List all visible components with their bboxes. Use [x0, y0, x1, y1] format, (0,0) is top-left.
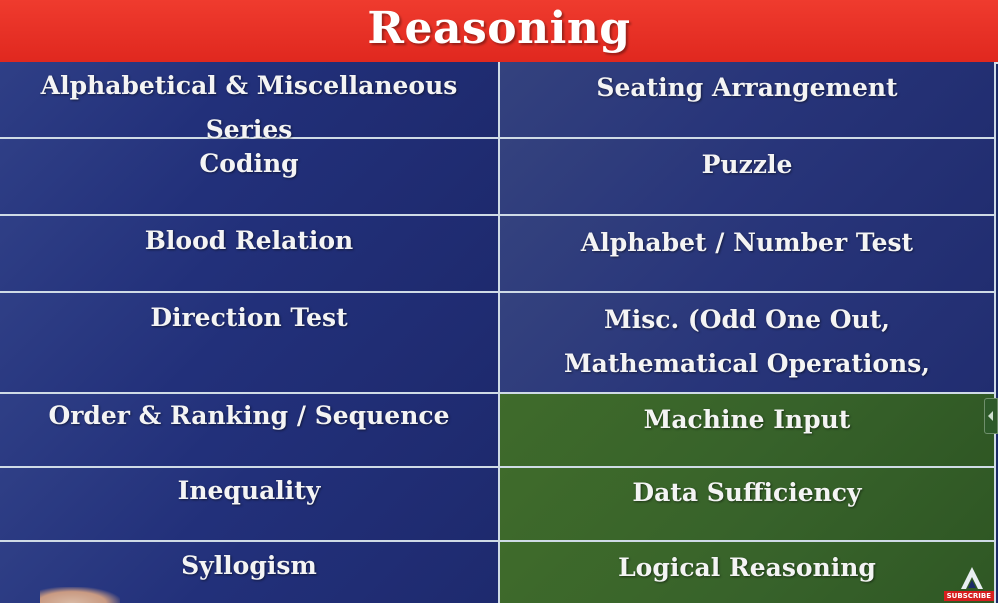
topic-label: Alphabet / Number Test: [580, 228, 914, 257]
slide-title: Reasoning: [367, 2, 631, 54]
topic-cell-right: Machine Input: [500, 394, 996, 468]
topic-cell-right: Seating Arrangement: [500, 62, 996, 139]
topic-label: Coding: [199, 149, 299, 178]
topic-label: Order & Ranking / Sequence: [48, 401, 450, 430]
topic-label: Logical Reasoning: [618, 553, 876, 582]
topic-cell-left: Order & Ranking / Sequence: [0, 394, 500, 468]
topic-label: Seating Arrangement: [596, 73, 898, 102]
topic-label: Syllogism: [181, 551, 317, 580]
topic-label: Machine Input: [643, 405, 851, 434]
slide: Reasoning Alphabetical & Miscellaneous S…: [0, 0, 998, 603]
topic-cell-right: Misc. (Odd One Out, Mathematical Operati…: [500, 293, 996, 422]
side-panel-tab[interactable]: [984, 398, 998, 434]
topic-label: Inequality: [177, 476, 321, 505]
title-bar: Reasoning: [0, 0, 998, 64]
topic-cell-left: Blood Relation: [0, 216, 500, 293]
topic-cell-right: Logical Reasoning: [500, 542, 996, 603]
topic-cell-left: Alphabetical & Miscellaneous Series: [0, 62, 500, 144]
topic-cell-left: Direction Test: [0, 293, 500, 394]
topic-cell-right: Data Sufficiency: [500, 468, 996, 542]
topic-label: Data Sufficiency: [632, 478, 862, 507]
topic-label: Blood Relation: [144, 226, 354, 255]
subscribe-badge[interactable]: SUBSCRIBE: [943, 591, 994, 601]
topic-cell-left: Inequality: [0, 468, 500, 542]
topic-label: Puzzle: [701, 150, 793, 179]
presenter-hand: [40, 587, 120, 603]
topic-cell-right: Alphabet / Number Test: [500, 216, 996, 293]
topics-table: Alphabetical & Miscellaneous Series Seat…: [0, 62, 996, 603]
topic-label: Direction Test: [150, 303, 348, 332]
topic-cell-right: Puzzle: [500, 139, 996, 216]
topic-cell-left: Coding: [0, 139, 500, 216]
